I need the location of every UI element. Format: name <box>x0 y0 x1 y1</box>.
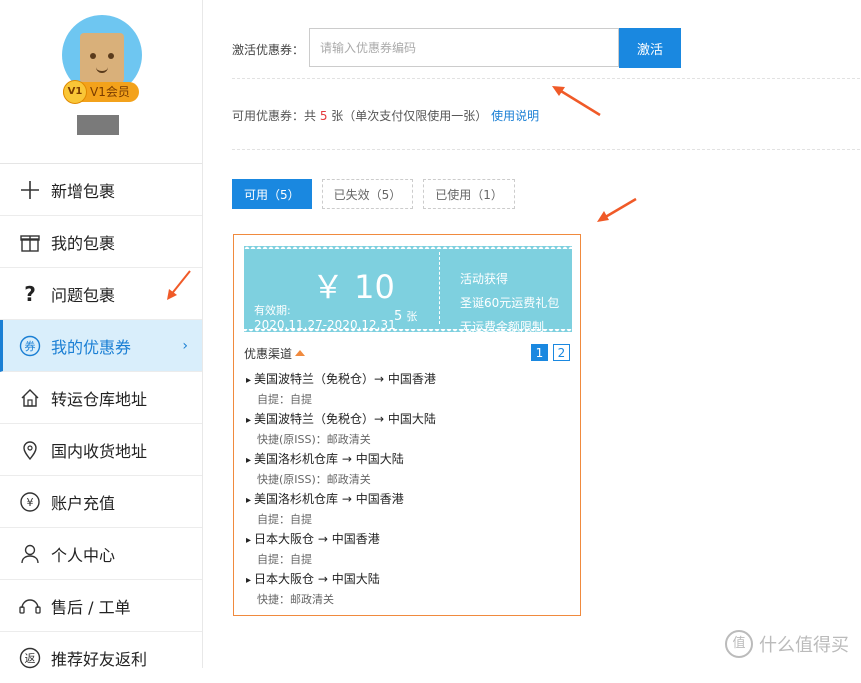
sidebar-item-label: 我的优惠券 <box>51 337 132 357</box>
channel-header[interactable]: 优惠渠道 <box>244 345 306 362</box>
sidebar-item-label: 个人中心 <box>51 545 116 565</box>
return-icon: 返 <box>19 647 41 669</box>
pagination: 1 2 <box>526 344 570 361</box>
valid-label: 有效期: <box>254 304 291 317</box>
sidebar-item-label: 新增包裹 <box>51 181 116 201</box>
watermark-logo-icon: 值 <box>725 630 753 658</box>
sidebar-item-label: 推荐好友返利 <box>51 649 148 669</box>
profile-panel: V1 V1会员 <box>0 0 202 164</box>
sidebar-item-new-package[interactable]: 新增包裹 <box>0 164 202 216</box>
sidebar-item-warehouse-address[interactable]: 转运仓库地址 <box>0 372 202 424</box>
coupon-tabs: 可用（5） 已失效（5） 已使用（1） <box>232 179 525 209</box>
coupon-name: 圣诞60元运费礼包 <box>460 296 560 310</box>
svg-text:返: 返 <box>25 652 36 665</box>
sidebar-item-referral[interactable]: 返 推荐好友返利 <box>0 632 202 683</box>
page-1-button[interactable]: 1 <box>531 344 548 361</box>
route-method: 自提：自提 <box>257 393 312 406</box>
tab-expired[interactable]: 已失效（5） <box>321 179 414 209</box>
sidebar-item-label: 售后 / 工单 <box>51 597 131 617</box>
question-icon: ? <box>24 281 36 306</box>
route-method: 快捷：邮政清关 <box>257 593 334 606</box>
sidebar: V1 V1会员 新增包裹 我的包裹 ? 问题包裹 券 我的优惠券 › 转运仓库地… <box>0 0 203 669</box>
list-item: 美国洛杉机仓库 → 中国香港自提：自提 <box>246 489 566 529</box>
sidebar-item-label: 转运仓库地址 <box>51 389 148 409</box>
sidebar-item-label: 我的包裹 <box>51 233 116 253</box>
vip-label: V1会员 <box>90 85 130 99</box>
activate-label: 激活优惠券： <box>232 43 305 57</box>
sidebar-item-domestic-address[interactable]: 国内收货地址 <box>0 424 202 476</box>
list-item: 美国波特兰（免税仓）→ 中国香港自提：自提 <box>246 369 566 409</box>
location-icon <box>19 439 41 461</box>
route-method: 自提：自提 <box>257 553 312 566</box>
sidebar-item-recharge[interactable]: ¥ 账户充值 <box>0 476 202 528</box>
activate-coupon-row: 激活优惠券： 激活 <box>232 28 860 79</box>
svg-text:券: 券 <box>25 339 36 353</box>
sidebar-item-my-coupons[interactable]: 券 我的优惠券 › <box>0 320 202 372</box>
headset-icon <box>19 595 41 617</box>
channel-label: 优惠渠道 <box>244 347 293 361</box>
route-name: 美国洛杉机仓库 → 中国香港 <box>246 489 566 511</box>
channel-list: 美国波特兰（免税仓）→ 中国香港自提：自提 美国波特兰（免税仓）→ 中国大陆快捷… <box>246 369 566 609</box>
coupon-ticket[interactable]: ￥ 10 有效期: 2020.11.27-2020.12.31 5 张 活动获得… <box>244 245 572 334</box>
home-icon <box>19 387 41 409</box>
tab-available[interactable]: 可用（5） <box>232 179 312 209</box>
vip-badge: V1 V1会员 <box>63 80 139 104</box>
coupon-source: 活动获得 <box>460 272 509 286</box>
route-method: 快捷(原ISS)：邮政清关 <box>257 473 371 486</box>
list-item: 日本大阪仓 → 中国香港自提：自提 <box>246 529 566 569</box>
page-2-button[interactable]: 2 <box>553 344 570 361</box>
coupon-amount: ￥ 10 <box>312 268 395 306</box>
svg-text:¥: ¥ <box>27 496 34 509</box>
user-icon <box>19 543 41 565</box>
watermark-text: 什么值得买 <box>759 635 849 656</box>
username-redacted <box>77 115 119 135</box>
sidebar-item-label: 问题包裹 <box>51 285 116 305</box>
annotation-arrow-sidebar <box>167 270 191 300</box>
route-name: 美国洛杉机仓库 → 中国大陆 <box>246 449 566 471</box>
coupon-qty-unit: 张 <box>406 310 418 323</box>
tab-used[interactable]: 已使用（1） <box>423 179 515 209</box>
coupon-code-input[interactable] <box>309 28 619 67</box>
sidebar-item-personal-center[interactable]: 个人中心 <box>0 528 202 580</box>
route-method: 快捷(原ISS)：邮政清关 <box>257 433 371 446</box>
list-item: 美国洛杉机仓库 → 中国大陆快捷(原ISS)：邮政清关 <box>246 449 566 489</box>
route-name: 美国波特兰（免税仓）→ 中国大陆 <box>246 409 566 431</box>
route-name: 日本大阪仓 → 中国香港 <box>246 529 566 551</box>
usage-instructions-link[interactable]: 使用说明 <box>491 109 539 123</box>
plus-icon <box>19 179 41 201</box>
annotation-arrow-coupon <box>597 197 637 222</box>
sidebar-item-label: 国内收货地址 <box>51 441 148 461</box>
watermark: 值 什么值得买 <box>725 630 849 658</box>
coupon-quantity: 5 张 <box>394 308 417 324</box>
route-method: 自提：自提 <box>257 513 312 526</box>
available-coupons-summary: 可用优惠券：共 5 张（单次支付仅限使用一张） 使用说明 <box>232 107 860 150</box>
available-suffix: 张（单次支付仅限使用一张） <box>327 109 488 123</box>
list-item: 美国波特兰（免税仓）→ 中国大陆快捷(原ISS)：邮政清关 <box>246 409 566 449</box>
vip-level-icon: V1 <box>63 80 87 104</box>
sidebar-item-my-packages[interactable]: 我的包裹 <box>0 216 202 268</box>
route-name: 美国波特兰（免税仓）→ 中国香港 <box>246 369 566 391</box>
available-prefix: 可用优惠券：共 <box>232 109 320 123</box>
annotation-arrow-input <box>552 86 601 117</box>
list-item: 日本大阪仓 → 中国大陆快捷：邮政清关 <box>246 569 566 609</box>
sidebar-item-label: 账户充值 <box>51 493 116 513</box>
coupon-card: ￥ 10 有效期: 2020.11.27-2020.12.31 5 张 活动获得… <box>233 234 581 616</box>
sidebar-item-after-sales[interactable]: 售后 / 工单 <box>0 580 202 632</box>
route-name: 日本大阪仓 → 中国大陆 <box>246 569 566 591</box>
gift-icon <box>19 231 41 253</box>
caret-up-icon <box>295 350 306 356</box>
activate-button[interactable]: 激活 <box>619 28 681 68</box>
coupon-icon: 券 <box>19 335 41 357</box>
yen-icon: ¥ <box>19 491 41 513</box>
chevron-right-icon: › <box>182 337 188 354</box>
coupon-qty-value: 5 <box>394 309 403 324</box>
